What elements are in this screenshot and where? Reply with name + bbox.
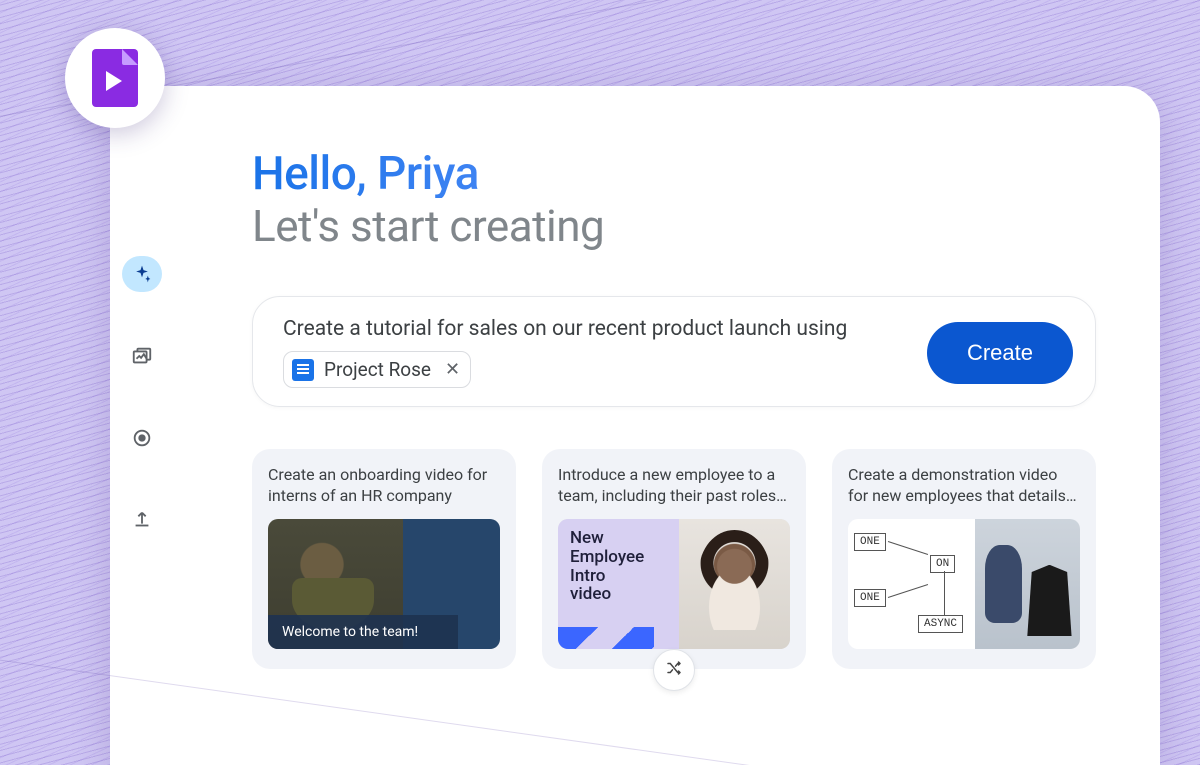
diagram-node: ASYNC [918,615,963,633]
chip-label: Project Rose [324,358,431,381]
create-button[interactable]: Create [927,322,1073,384]
sparkle-icon [132,264,152,284]
prompt-content[interactable]: Create a tutorial for sales on our recen… [283,317,903,388]
shuffle-button[interactable] [653,649,695,691]
prompt-card: Create a tutorial for sales on our recen… [252,296,1096,407]
sidebar-item-record[interactable] [122,420,162,456]
remove-chip-icon[interactable]: ✕ [441,359,460,380]
google-doc-icon [292,359,314,381]
gallery-icon [131,345,153,367]
suggestion-thumbnail: Welcome to the team! [268,519,500,649]
google-vids-icon [92,49,138,107]
thumbnail-overlay-text: New Employee Intro video [570,529,671,604]
subtitle: Let's start creating [252,200,1096,252]
suggestion-title: Create an onboarding video for interns o… [268,465,500,507]
attachment-chip[interactable]: Project Rose ✕ [283,351,471,388]
suggestion-thumbnail: New Employee Intro video [558,519,790,649]
record-icon [131,427,153,449]
app-badge [65,28,165,128]
app-window: Hello, Priya Let's start creating Create… [110,86,1160,765]
sidebar-item-ai-home[interactable] [122,256,162,292]
prompt-text: Create a tutorial for sales on our recen… [283,317,903,341]
suggestion-thumbnail: ONE ON ONE ASYNC [848,519,1080,649]
diagram-node: ONE [854,533,886,551]
diagram-node: ONE [854,589,886,607]
thumbnail-caption: Welcome to the team! [268,615,458,649]
diagram-node: ON [930,555,955,573]
main-content: Hello, Priya Let's start creating Create… [174,86,1160,765]
upload-icon [131,509,153,531]
suggestion-card-2[interactable]: Introduce a new employee to a team, incl… [542,449,806,669]
suggestion-title: Create a demonstration video for new emp… [848,465,1080,507]
shuffle-icon [665,659,683,681]
sidebar-item-templates[interactable] [122,338,162,374]
sidebar-item-upload[interactable] [122,502,162,538]
greeting: Hello, Priya [252,150,1096,198]
suggestion-title: Introduce a new employee to a team, incl… [558,465,790,507]
sidebar [110,86,174,765]
background: Hello, Priya Let's start creating Create… [0,0,1200,765]
diagram: ONE ON ONE ASYNC [848,519,975,649]
suggestion-card-3[interactable]: Create a demonstration video for new emp… [832,449,1096,669]
suggestions-row: Create an onboarding video for interns o… [252,449,1096,669]
suggestion-card-1[interactable]: Create an onboarding video for interns o… [252,449,516,669]
